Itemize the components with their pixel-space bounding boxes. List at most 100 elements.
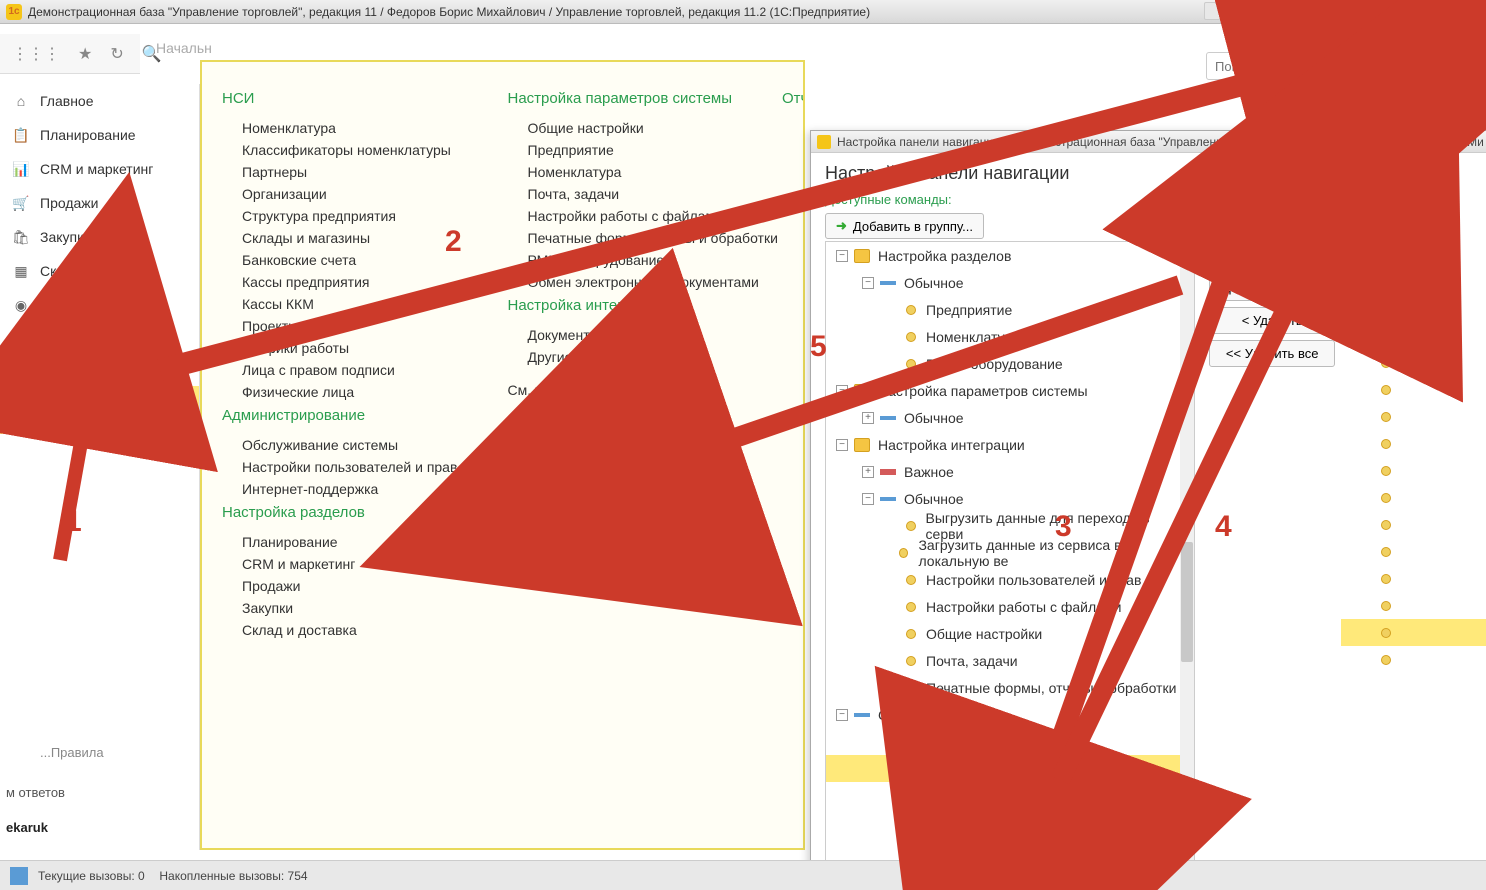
- sidebar-item[interactable]: ⚙НСИ и администрирование: [0, 386, 199, 434]
- expander-icon[interactable]: −: [836, 385, 848, 397]
- tree-row[interactable]: Загрузить данные из сервиса в локальную …: [826, 539, 1194, 566]
- panel-link[interactable]: Закупки: [222, 597, 498, 619]
- selected-tree-row[interactable]: [1341, 565, 1486, 592]
- tree-row[interactable]: −См. также: [826, 701, 1194, 728]
- gear-icon[interactable]: ⚙: [1424, 52, 1446, 74]
- action-button[interactable]: << Удалить все: [1209, 340, 1335, 367]
- tree-row[interactable]: +Важное: [826, 458, 1194, 485]
- panel-link[interactable]: Планирование: [222, 531, 498, 553]
- panel-link[interactable]: Другие программы: [508, 346, 784, 368]
- selected-tree-row[interactable]: [1341, 241, 1486, 268]
- info-icon[interactable]: i: [1386, 4, 1408, 20]
- panel-link[interactable]: Адресные объекты: [508, 490, 784, 512]
- selected-tree-row[interactable]: [1341, 295, 1486, 322]
- panel-link[interactable]: Физические лица: [222, 381, 498, 403]
- selected-tree-row[interactable]: [1341, 376, 1486, 403]
- panel-link[interactable]: Настройки работы с файлами: [508, 205, 784, 227]
- panel-link[interactable]: Интернет-поддержка: [222, 478, 498, 500]
- add-to-group-button[interactable]: ➜Добавить в группу...: [825, 213, 984, 239]
- panel-link[interactable]: Банки: [508, 446, 784, 468]
- panel-link[interactable]: РМК и оборудование: [508, 249, 784, 271]
- selected-tree-row[interactable]: [1341, 619, 1486, 646]
- expander-icon[interactable]: +: [862, 466, 874, 478]
- available-tree[interactable]: −Настройка разделов−ОбычноеПредприятиеНо…: [825, 241, 1195, 879]
- selected-tree-row[interactable]: [1341, 322, 1486, 349]
- panel-link[interactable]: Номенклатура: [508, 161, 784, 183]
- action-button[interactable]: Добавить все >>: [1209, 274, 1335, 301]
- tree-row[interactable]: РМК и оборудование: [826, 350, 1194, 377]
- tree-row[interactable]: Печатные формы, отчеты и обработки: [826, 674, 1194, 701]
- tree-row[interactable]: Номенклатура: [826, 323, 1194, 350]
- panel-link[interactable]: Печатные формы, отчеты и обработки: [508, 227, 784, 249]
- tree-row[interactable]: −Обычное: [826, 269, 1194, 296]
- expander-icon[interactable]: −: [862, 493, 874, 505]
- panel-link[interactable]: CRM и маркетинг: [222, 553, 498, 575]
- sys-icon[interactable]: [1270, 2, 1288, 20]
- minimize-button[interactable]: —: [1410, 4, 1432, 20]
- expander-icon[interactable]: −: [836, 709, 848, 721]
- tree-row[interactable]: Синхронизация данных: [826, 728, 1194, 755]
- panel-link[interactable]: Обмен электронными документами: [508, 271, 784, 293]
- panel-link[interactable]: Склад и доставка: [222, 619, 498, 641]
- panel-link[interactable]: Синхронизация данных: [528, 404, 690, 424]
- panel-link[interactable]: Номенклатура: [222, 117, 498, 139]
- selected-tree-row[interactable]: [1341, 646, 1486, 673]
- tree-scrollbar[interactable]: [1180, 242, 1194, 878]
- panel-link[interactable]: Страны мира: [508, 468, 784, 490]
- apps-icon[interactable]: ⋮⋮⋮: [12, 44, 60, 64]
- selected-tree-row[interactable]: [1341, 592, 1486, 619]
- panel-link[interactable]: Общие настройки: [508, 117, 784, 139]
- panel-link[interactable]: Кассы предприятия: [222, 271, 498, 293]
- close-button[interactable]: ✕: [1458, 4, 1480, 20]
- sidebar-item[interactable]: ◉Казначейство: [0, 288, 199, 322]
- expander-icon[interactable]: −: [836, 250, 848, 262]
- tree-row[interactable]: Почта, задачи: [826, 647, 1194, 674]
- selected-tree-row[interactable]: [1341, 268, 1486, 295]
- panel-link[interactable]: Производственные календари: [508, 512, 784, 534]
- selected-tree-row[interactable]: [1341, 430, 1486, 457]
- tree-row[interactable]: −Обычное: [826, 485, 1194, 512]
- star-icon[interactable]: ★: [78, 44, 92, 64]
- panel-link[interactable]: Партнеры: [222, 161, 498, 183]
- sys-icon[interactable]: [1204, 2, 1222, 20]
- sys-icon[interactable]: [1314, 2, 1332, 20]
- tree-row[interactable]: Выгрузить данные для перехода в серви: [826, 512, 1194, 539]
- panel-link[interactable]: Графики работы: [222, 337, 498, 359]
- selected-tree-row[interactable]: [1341, 538, 1486, 565]
- panel-link[interactable]: Предприятие: [508, 139, 784, 161]
- panel-link[interactable]: Проекты: [222, 315, 498, 337]
- sys-icon[interactable]: [1292, 2, 1310, 20]
- panel-link[interactable]: Документооборот: [508, 324, 784, 346]
- tree-row[interactable]: −Настройка интеграции: [826, 431, 1194, 458]
- sys-icon[interactable]: [1248, 2, 1266, 20]
- expander-icon[interactable]: −: [836, 439, 848, 451]
- sys-icon[interactable]: [1226, 2, 1244, 20]
- panel-link[interactable]: Структура предприятия: [222, 205, 498, 227]
- selected-tree-row[interactable]: [1341, 484, 1486, 511]
- sidebar-item[interactable]: ⌂Главное: [0, 84, 199, 118]
- tree-row[interactable]: Настройки ЭДО: [826, 755, 1194, 782]
- sys-icon[interactable]: [1336, 2, 1354, 20]
- panel-link[interactable]: Кассы ККМ: [222, 293, 498, 315]
- panel-link[interactable]: Продажи: [222, 575, 498, 597]
- sidebar-item[interactable]: 📊CRM и маркетинг: [0, 152, 199, 186]
- tree-row[interactable]: Настройки пользователей и прав: [826, 566, 1194, 593]
- scroll-thumb[interactable]: [1181, 542, 1193, 662]
- tree-row[interactable]: −Настройка разделов: [826, 242, 1194, 269]
- selected-tree-row[interactable]: [1341, 349, 1486, 376]
- tree-row[interactable]: +Обычное: [826, 404, 1194, 431]
- sidebar-item[interactable]: ▦Склад и доставка: [0, 254, 199, 288]
- panel-link[interactable]: Организации: [222, 183, 498, 205]
- expander-icon[interactable]: −: [862, 277, 874, 289]
- selected-tree-row[interactable]: [1341, 403, 1486, 430]
- close-panel-icon[interactable]: ✕: [1459, 52, 1472, 72]
- history-icon[interactable]: ↻: [110, 44, 123, 64]
- tree-row[interactable]: Общие настройки: [826, 620, 1194, 647]
- action-button[interactable]: < Удалить: [1209, 307, 1335, 334]
- sidebar-item[interactable]: 🛍Закупки: [0, 220, 199, 254]
- panel-search-input[interactable]: [1206, 52, 1416, 80]
- panel-link[interactable]: Настройки пользователей и прав: [222, 456, 498, 478]
- action-button[interactable]: Добавить >: [1209, 241, 1335, 268]
- sidebar-item[interactable]: 📈Финансовый результат и контроллинг: [0, 322, 199, 386]
- expander-icon[interactable]: +: [862, 412, 874, 424]
